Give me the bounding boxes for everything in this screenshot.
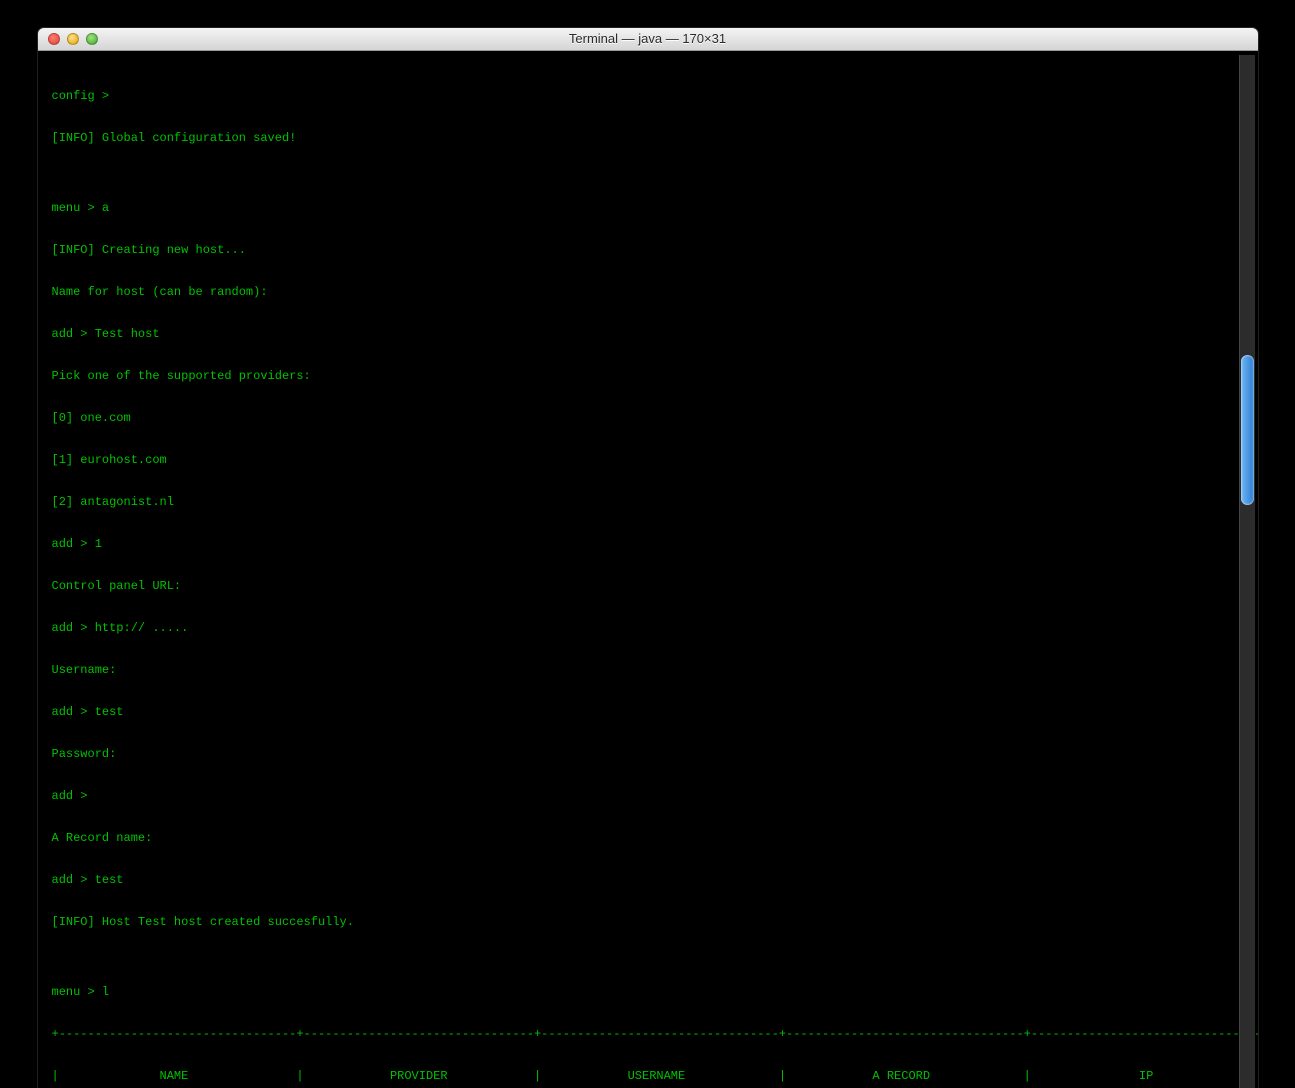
titlebar: Terminal — java — 170×31 [38, 28, 1258, 51]
terminal-line: add > test [52, 873, 1244, 887]
terminal-line: [INFO] Creating new host... [52, 243, 1244, 257]
terminal-line: add > http:// ..... [52, 621, 1244, 635]
terminal-window: Terminal — java — 170×31 config > [INFO]… [38, 28, 1258, 1088]
terminal-line: add > Test host [52, 327, 1244, 341]
terminal-line: menu > a [52, 201, 1244, 215]
terminal-line: add > [52, 789, 1244, 803]
terminal-line: Username: [52, 663, 1244, 677]
terminal-line: [INFO] Global configuration saved! [52, 131, 1244, 145]
table-border: +---------------------------------+-----… [52, 1027, 1244, 1041]
terminal-line: Pick one of the supported providers: [52, 369, 1244, 383]
terminal-line: Control panel URL: [52, 579, 1244, 593]
terminal-line: config > [52, 89, 1244, 103]
terminal-body[interactable]: config > [INFO] Global configuration sav… [38, 51, 1258, 1088]
terminal-line: A Record name: [52, 831, 1244, 845]
terminal-line: Password: [52, 747, 1244, 761]
terminal-line: add > 1 [52, 537, 1244, 551]
terminal-line: [1] eurohost.com [52, 453, 1244, 467]
terminal-line: Name for host (can be random): [52, 285, 1244, 299]
terminal-line: menu > l [52, 985, 1244, 999]
terminal-line: [INFO] Host Test host created succesfull… [52, 915, 1244, 929]
scrollbar-thumb[interactable] [1241, 355, 1254, 505]
terminal-line: [0] one.com [52, 411, 1244, 425]
scrollbar[interactable] [1239, 55, 1255, 1088]
window-title: Terminal — java — 170×31 [38, 28, 1258, 50]
terminal-line: [2] antagonist.nl [52, 495, 1244, 509]
terminal-line: add > test [52, 705, 1244, 719]
table-header: | NAME | PROVIDER | USERNAME | A RECORD … [52, 1069, 1244, 1083]
